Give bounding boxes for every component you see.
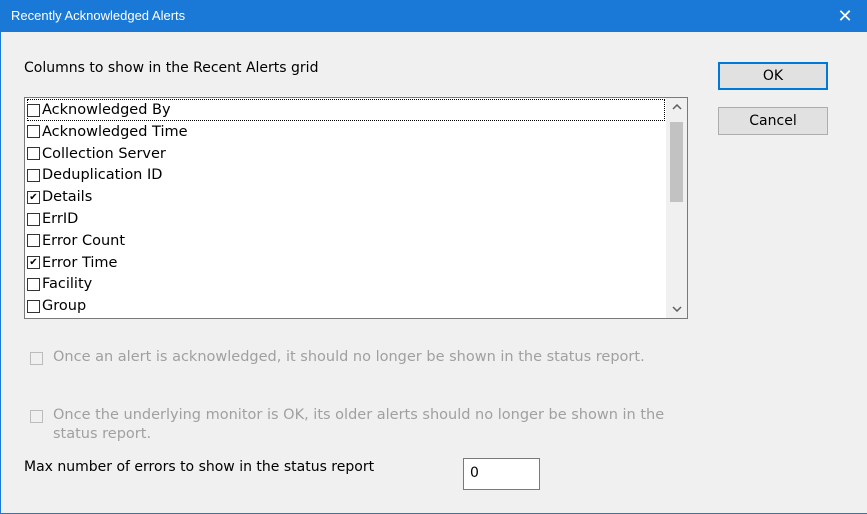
column-checkbox[interactable]: [27, 168, 40, 182]
column-checkbox[interactable]: [27, 277, 40, 291]
column-option[interactable]: Collection Server: [27, 143, 665, 165]
close-button[interactable]: ✕: [822, 0, 867, 32]
scrollbar-thumb[interactable]: [670, 122, 683, 202]
column-checkbox[interactable]: ✔: [27, 256, 40, 270]
column-label: Acknowledged By: [42, 102, 171, 118]
column-checkbox[interactable]: [27, 299, 40, 313]
column-label: Facility: [42, 276, 93, 293]
hide-acknowledged-checkbox: [30, 352, 43, 365]
column-option[interactable]: Group: [27, 295, 665, 317]
close-icon: ✕: [837, 5, 853, 27]
columns-listbox[interactable]: Acknowledged By Acknowledged Time Collecti…: [24, 97, 688, 319]
column-checkbox[interactable]: [27, 103, 40, 117]
column-checkbox[interactable]: [27, 212, 40, 226]
max-errors-label: Max number of errors to show in the stat…: [24, 459, 375, 475]
chevron-down-icon[interactable]: [666, 300, 687, 318]
cancel-button[interactable]: Cancel: [718, 107, 828, 135]
column-label: Details: [42, 189, 93, 206]
column-option[interactable]: Error Count: [27, 230, 665, 252]
column-option[interactable]: ✔ Error Time: [27, 252, 665, 274]
hide-after-ok-checkbox: [30, 410, 43, 423]
column-label: ErrID: [42, 211, 79, 227]
column-option[interactable]: ErrID: [27, 208, 665, 230]
hide-after-ok-option: Once the underlying monitor is OK, its o…: [30, 406, 680, 444]
column-label: Acknowledged Time: [42, 123, 188, 140]
max-errors-input[interactable]: 0: [463, 458, 540, 490]
dialog-window: Recently Acknowledged Alerts ✕ Columns t…: [0, 0, 867, 514]
column-label: Deduplication ID: [42, 167, 163, 184]
column-option[interactable]: Acknowledged Time: [27, 121, 665, 143]
column-option[interactable]: Facility: [27, 273, 665, 295]
hide-after-ok-label: Once the underlying monitor is OK, its o…: [53, 407, 665, 442]
column-checkbox[interactable]: [27, 125, 40, 139]
ok-button[interactable]: OK: [718, 62, 828, 90]
chevron-up-icon[interactable]: [666, 98, 687, 116]
listbox-scrollbar[interactable]: [666, 98, 687, 318]
hide-acknowledged-label: Once an alert is acknowledged, it should…: [53, 349, 645, 365]
window-title: Recently Acknowledged Alerts: [11, 8, 186, 23]
hide-acknowledged-option: Once an alert is acknowledged, it should…: [30, 348, 680, 367]
column-checkbox[interactable]: ✔: [27, 190, 40, 204]
column-label: Error Count: [42, 232, 126, 249]
column-option[interactable]: ✔ Details: [27, 186, 665, 208]
column-checkbox[interactable]: [27, 234, 40, 248]
columns-label: Columns to show in the Recent Alerts gri…: [24, 60, 319, 76]
title-bar: Recently Acknowledged Alerts ✕: [1, 0, 867, 32]
column-label: Group: [42, 298, 87, 315]
column-checkbox[interactable]: [27, 147, 40, 161]
column-option[interactable]: Deduplication ID: [27, 164, 665, 186]
column-label: Collection Server: [42, 145, 166, 162]
column-label: Error Time: [42, 254, 118, 271]
column-option[interactable]: Acknowledged By: [27, 99, 665, 121]
